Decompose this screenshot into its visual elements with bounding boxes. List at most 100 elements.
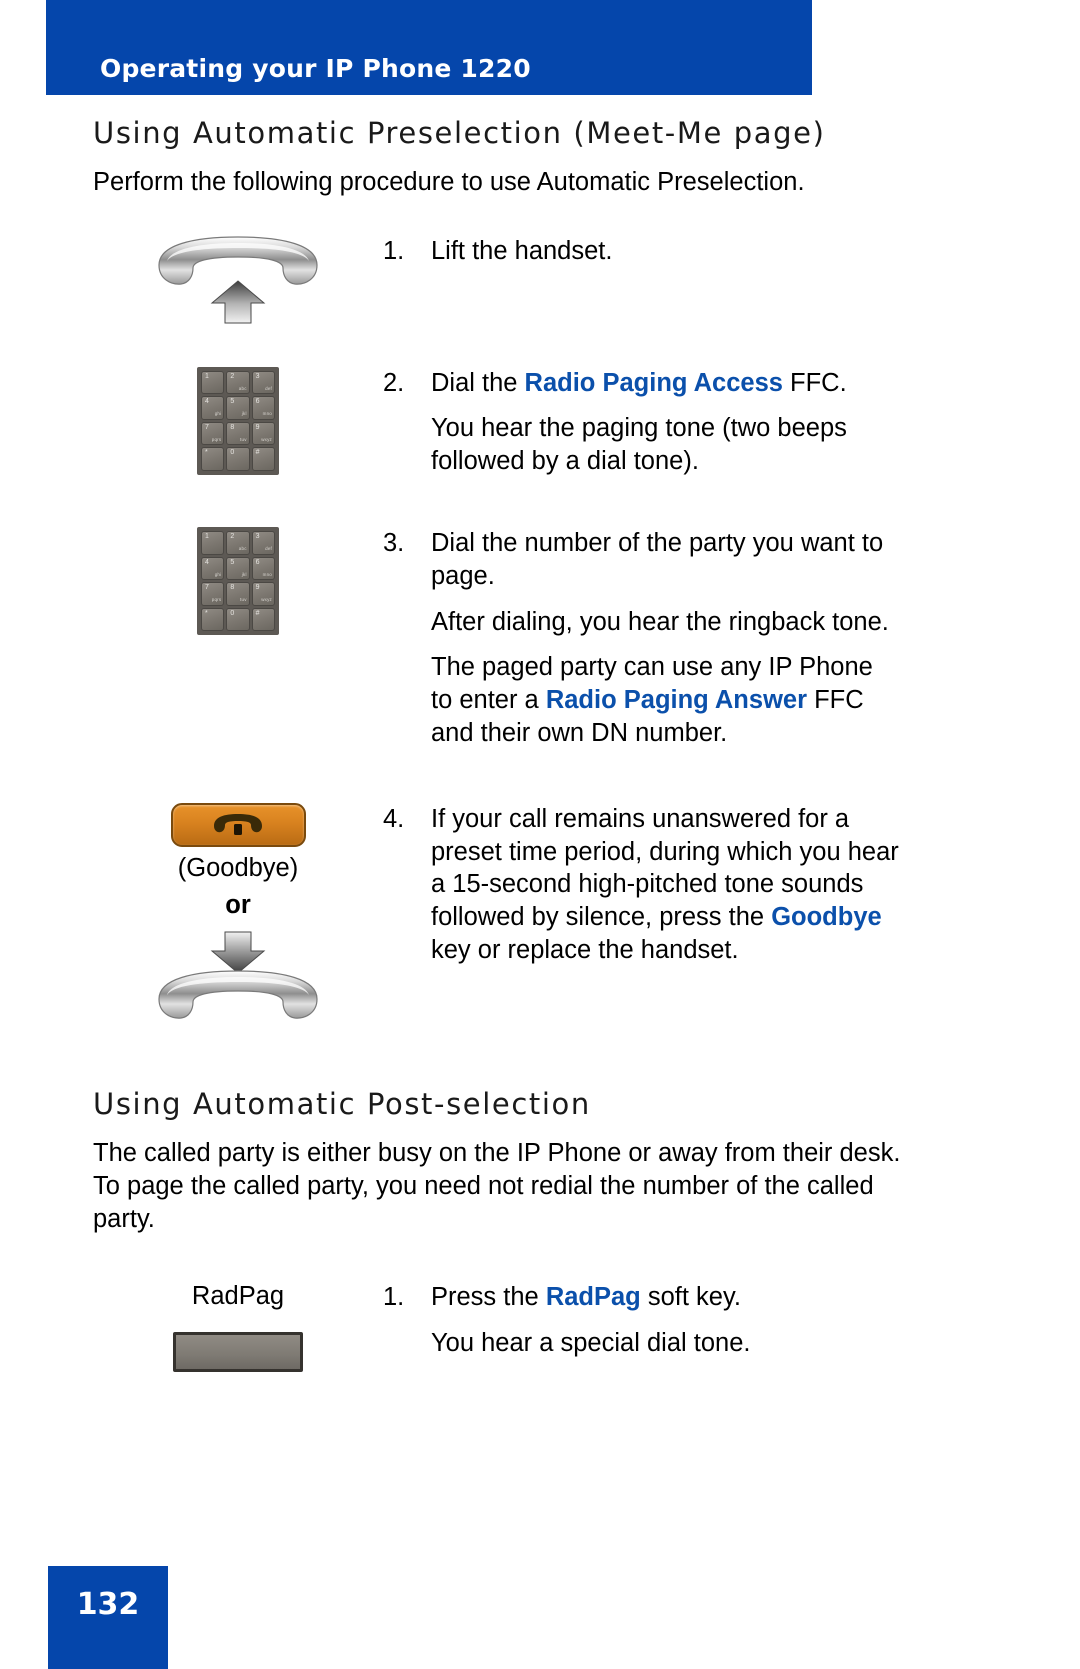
section-heading-postselection: Using Automatic Post-selection bbox=[93, 1087, 591, 1122]
step-paragraph: After dialing, you hear the ringback ton… bbox=[431, 606, 973, 639]
dialpad-key-letters: pqrs bbox=[211, 436, 222, 442]
dialpad-key: 4 ghi bbox=[201, 556, 225, 581]
dialpad-key-digit: 7 bbox=[205, 423, 209, 431]
step-icon-column: RadPag bbox=[93, 1281, 383, 1372]
dialpad-key: # bbox=[251, 447, 275, 471]
step-text: After dialing, you hear the ringback ton… bbox=[431, 607, 889, 636]
dialpad-key: 2 abc bbox=[226, 370, 250, 395]
dialpad-icon: 1 2 abc 3 def 4 ghi 5 jkl 6 mno 7 pqrs 8 tuv 9w… bbox=[197, 527, 279, 636]
dialpad-key-digit: * bbox=[205, 449, 208, 457]
dialpad-icon: 1 2 abc 3 def 4 ghi 5 jkl 6 mno 7 pqrs 8 tuv 9w… bbox=[197, 366, 279, 475]
dialpad-key-digit: 1 bbox=[205, 372, 209, 380]
step-emphasis: Radio Paging Access bbox=[524, 368, 783, 397]
step-item: RadPag 1. Press the RadPag soft key. You… bbox=[93, 1281, 973, 1372]
step-icon-column: 1 2 abc 3 def 4 ghi 5 jkl 6 mno 7 pqrs 8 tuv 9w… bbox=[93, 527, 383, 636]
page-header-title: Operating your IP Phone 1220 bbox=[100, 54, 531, 83]
dialpad-key-digit: 9 bbox=[255, 584, 260, 592]
step-number: 2. bbox=[383, 368, 405, 397]
dialpad-key-digit: # bbox=[255, 449, 260, 457]
dialpad-key: 0 bbox=[226, 607, 250, 632]
dialpad-key-digit: 2 bbox=[230, 533, 235, 541]
step-paragraph: The paged party can use any IP Phone to … bbox=[431, 651, 901, 749]
dialpad-key-letters: wxyz bbox=[261, 436, 272, 442]
handset-replace-icon bbox=[153, 969, 323, 1027]
step-text-column: 1. Press the RadPag soft key. You hear a… bbox=[383, 1281, 973, 1359]
dialpad-key: 7 pqrs bbox=[201, 582, 225, 606]
step-paragraph: Dial the number of the party you want to… bbox=[431, 527, 911, 592]
dialpad-key-digit: 6 bbox=[255, 398, 260, 406]
dialpad-key-letters: abc bbox=[238, 385, 247, 391]
softkey-button-icon[interactable] bbox=[173, 1331, 303, 1372]
step-emphasis: RadPag bbox=[545, 1283, 641, 1312]
dialpad-key: 1 bbox=[201, 370, 225, 395]
step-paragraph: Lift the handset. bbox=[431, 235, 973, 268]
dialpad-key-letters: abc bbox=[238, 546, 247, 552]
step-number: 4. bbox=[383, 805, 405, 834]
step-text: You hear a special dial tone. bbox=[431, 1328, 751, 1357]
step-text: soft key. bbox=[640, 1283, 741, 1312]
dialpad-key: 9 wxyz bbox=[251, 582, 275, 606]
dialpad-key: 1 bbox=[201, 531, 225, 555]
dialpad-key-digit: 1 bbox=[205, 533, 209, 541]
step-paragraph: Dial the Radio Paging Access FFC. bbox=[431, 367, 973, 400]
step-body: Dial the Radio Paging Access FFC. You he… bbox=[431, 367, 973, 478]
section-intro-postselection-line1: The called party is either busy on the I… bbox=[93, 1139, 901, 1168]
dialpad-key-letters: mno bbox=[262, 411, 272, 417]
dialpad-key-letters: def bbox=[265, 385, 272, 391]
dialpad-key-digit: 0 bbox=[230, 449, 235, 457]
dialpad-key: * bbox=[201, 447, 225, 471]
step-text: You hear the paging tone (two beeps foll… bbox=[431, 414, 847, 475]
step-paragraph: You hear a special dial tone. bbox=[431, 1327, 973, 1360]
step-icon-column bbox=[93, 235, 383, 325]
dialpad-key-letters: mno bbox=[262, 571, 272, 577]
step-text-column: 2. Dial the Radio Paging Access FFC. You… bbox=[383, 367, 973, 478]
dialpad-key-letters: pqrs bbox=[211, 597, 222, 603]
step-text-column: 4. If your call remains unanswered for a… bbox=[383, 803, 973, 966]
dialpad-key-letters: wxyz bbox=[261, 597, 272, 603]
dialpad-key: 0 bbox=[226, 447, 250, 471]
dialpad-key-digit: 6 bbox=[255, 558, 260, 566]
dialpad-key: 8 tuv bbox=[226, 582, 250, 606]
dialpad-key-digit: 3 bbox=[255, 372, 260, 380]
step-text-column: 3. Dial the number of the party you want… bbox=[383, 527, 973, 749]
dialpad-key: # bbox=[251, 607, 275, 632]
step-text: Dial the number of the party you want to… bbox=[431, 529, 884, 591]
step-text-column: 1. Lift the handset. bbox=[383, 235, 973, 268]
dialpad-key-letters: def bbox=[265, 546, 272, 552]
dialpad-key: 4 ghi bbox=[201, 396, 225, 420]
dialpad-key-letters: tuv bbox=[240, 436, 247, 442]
dialpad-key-digit: 2 bbox=[230, 372, 235, 380]
dialpad-key: 5 jkl bbox=[226, 556, 250, 581]
step-paragraph: Press the RadPag soft key. bbox=[431, 1281, 973, 1314]
step-number: 1. bbox=[383, 236, 405, 265]
dialpad-key: 2 abc bbox=[226, 531, 250, 555]
section-intro-postselection-line2: To page the called party, you need not r… bbox=[93, 1171, 874, 1200]
step-text: key or replace the handset. bbox=[431, 935, 739, 964]
page-number-block: 132 bbox=[48, 1566, 168, 1669]
step-paragraph: If your call remains unanswered for a pr… bbox=[431, 803, 901, 966]
step-text: Lift the handset. bbox=[431, 236, 613, 265]
goodbye-key-icon[interactable] bbox=[170, 803, 306, 848]
dialpad-key-letters: ghi bbox=[214, 411, 222, 417]
dialpad-key-digit: * bbox=[205, 609, 208, 617]
step-item: 1 2 abc 3 def 4 ghi 5 jkl 6 mno 7 pqrs 8 tuv 9w… bbox=[93, 527, 973, 749]
step-paragraph: You hear the paging tone (two beeps foll… bbox=[431, 412, 901, 477]
step-item: 1. Lift the handset. bbox=[93, 235, 973, 325]
section-intro-preselection: Perform the following procedure to use A… bbox=[93, 167, 805, 196]
dialpad-key: 6 mno bbox=[251, 556, 275, 581]
dialpad-key-letters: ghi bbox=[214, 571, 222, 577]
step-text: Dial the bbox=[431, 368, 525, 397]
section-heading-preselection: Using Automatic Preselection (Meet-Me pa… bbox=[93, 116, 826, 150]
dialpad-key: 7 pqrs bbox=[201, 421, 225, 446]
step-body: Lift the handset. bbox=[431, 235, 973, 268]
dialpad-key-digit: 4 bbox=[205, 558, 209, 566]
step-body: Dial the number of the party you want to… bbox=[431, 527, 973, 749]
step-emphasis: Radio Paging Answer bbox=[545, 685, 808, 714]
step-text: Press the bbox=[431, 1283, 546, 1312]
step-emphasis: Goodbye bbox=[771, 903, 882, 932]
step-icon-column: (Goodbye) or bbox=[93, 803, 383, 1027]
dialpad-key: 6 mno bbox=[251, 396, 275, 420]
step-icon-column: 1 2 abc 3 def 4 ghi 5 jkl 6 mno 7 pqrs 8 tuv 9w… bbox=[93, 366, 383, 475]
dialpad-key-digit: 3 bbox=[255, 533, 260, 541]
softkey-label: RadPag bbox=[191, 1282, 285, 1311]
